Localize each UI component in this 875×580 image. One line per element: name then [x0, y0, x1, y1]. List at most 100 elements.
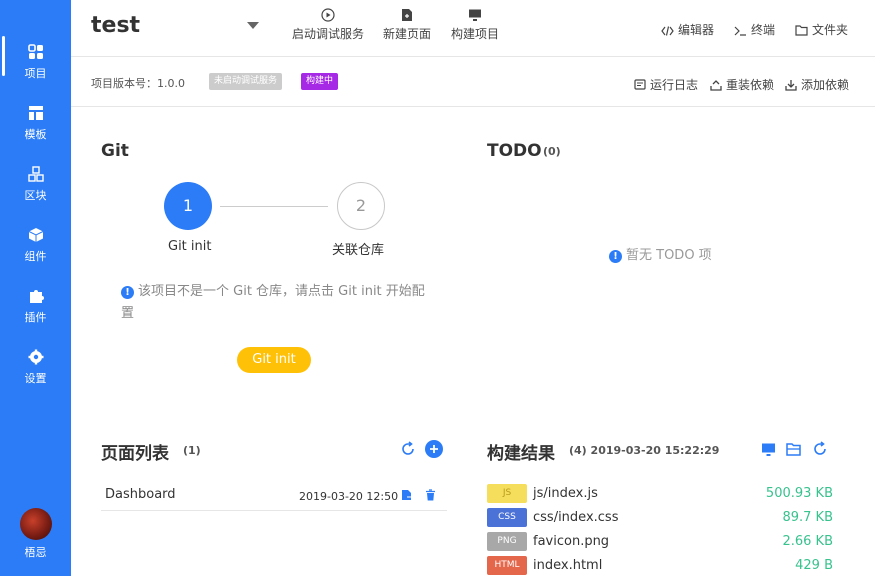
file-name: index.html: [533, 558, 603, 573]
grid-icon: [27, 44, 43, 59]
edit-page-icon[interactable]: [401, 489, 413, 501]
puzzle-icon: [29, 290, 44, 303]
list-item: CSS css/index.css 89.7 KB: [487, 508, 833, 530]
file-type-badge: CSS: [487, 508, 527, 527]
project-title: test: [91, 13, 141, 38]
avatar[interactable]: [20, 508, 52, 540]
gear-icon: [28, 349, 43, 365]
run-log-button[interactable]: 运行日志: [634, 76, 698, 93]
page-name: Dashboard: [105, 487, 176, 502]
editor-label: 编辑器: [678, 23, 715, 37]
terminal-button[interactable]: 终端: [734, 21, 775, 38]
sidebar: 项目 模板 区块 组件 插件 设置 梧忌: [0, 0, 71, 576]
sidebar-item-label: 插件: [24, 311, 47, 324]
step-connector: [220, 206, 328, 207]
log-icon: [634, 79, 646, 90]
build-title: 构建结果: [487, 444, 555, 464]
add-page-icon[interactable]: [425, 440, 443, 458]
add-dependency-button[interactable]: 添加依赖: [785, 76, 849, 93]
build-project-label: 构建项目: [450, 27, 499, 41]
run-log-label: 运行日志: [650, 78, 699, 92]
list-item: HTML index.html 429 B: [487, 556, 833, 578]
start-debug-label: 启动调试服务: [291, 27, 364, 41]
reinstall-icon: [710, 80, 722, 91]
list-item: JS js/index.js 500.93 KB: [487, 484, 833, 506]
page-date: 2019-03-20 12:50: [299, 490, 399, 503]
add-dependency-label: 添加依赖: [801, 78, 850, 92]
project-version: 项目版本号：1.0.0: [91, 77, 185, 90]
download-icon: [785, 80, 797, 91]
todo-title: TODO: [487, 141, 542, 161]
file-size: 2.66 KB: [782, 534, 833, 549]
file-name: favicon.png: [533, 534, 610, 549]
file-name: css/index.css: [533, 510, 619, 525]
git-message-text: 该项目不是一个 Git 仓库，请点击 Git init 开始配置: [121, 284, 425, 321]
refresh-icon[interactable]: [812, 441, 828, 457]
chevron-down-icon[interactable]: [247, 22, 259, 29]
pages-count: (1): [183, 444, 201, 457]
build-meta: (4) 2019-03-20 15:22:29: [569, 444, 720, 457]
file-size: 500.93 KB: [765, 486, 833, 501]
git-step-1-label: Git init: [168, 239, 212, 254]
new-page-button[interactable]: 新建页面: [381, 8, 433, 42]
git-step-2-label: 关联仓库: [332, 243, 385, 258]
sidebar-item-plugins[interactable]: 插件: [0, 280, 71, 336]
play-circle-icon: [321, 8, 335, 22]
main-content: Git 1 2 Git init 关联仓库 ! 该项目不是一个 Git 仓库，请点…: [71, 107, 875, 576]
sidebar-item-label: 项目: [24, 67, 47, 80]
file-add-icon: [402, 9, 412, 21]
refresh-icon[interactable]: [400, 441, 416, 457]
terminal-label: 终端: [751, 23, 776, 37]
folder-open-icon[interactable]: [786, 443, 802, 456]
folder-icon: [795, 25, 808, 36]
info-icon: !: [609, 250, 622, 263]
table-row[interactable]: Dashboard 2019-03-20 12:50: [101, 475, 447, 511]
file-type-badge: PNG: [487, 532, 527, 551]
blocks-icon: [27, 166, 44, 182]
git-title: Git: [101, 141, 129, 161]
monitor-icon: [469, 9, 481, 21]
todo-empty: ! 暂无 TODO 项: [609, 244, 712, 263]
file-size: 429 B: [795, 558, 833, 573]
git-init-button[interactable]: Git init: [237, 347, 311, 373]
git-step-1: 1: [164, 182, 212, 230]
cube-icon: [28, 228, 43, 242]
reinstall-deps-button[interactable]: 重装依赖: [710, 76, 774, 93]
new-page-label: 新建页面: [382, 27, 431, 41]
project-info-bar: 项目版本号：1.0.0 未启动调试服务 构建中 运行日志 重装依赖 添加依赖: [71, 57, 875, 107]
build-status-badge: 构建中: [301, 73, 339, 90]
file-type-badge: JS: [487, 484, 527, 503]
top-bar: test 启动调试服务 新建页面 构建项目 编辑器 终端 文件夹: [71, 0, 875, 57]
sidebar-item-label: 设置: [24, 372, 47, 385]
monitor-icon[interactable]: [761, 442, 776, 457]
git-step-2: 2: [337, 182, 385, 230]
sidebar-item-components[interactable]: 组件: [0, 219, 71, 275]
sidebar-item-templates[interactable]: 模板: [0, 97, 71, 153]
list-item: PNG favicon.png 2.66 KB: [487, 532, 833, 554]
reinstall-deps-label: 重装依赖: [726, 78, 775, 92]
sidebar-item-label: 区块: [24, 189, 47, 202]
sidebar-item-label: 组件: [24, 250, 47, 263]
todo-count: (0): [543, 145, 561, 158]
todo-empty-text: 暂无 TODO 项: [626, 248, 712, 263]
sidebar-item-settings[interactable]: 设置: [0, 341, 71, 397]
file-size: 89.7 KB: [782, 510, 833, 525]
debug-status-badge: 未启动调试服务: [209, 73, 283, 90]
file-type-badge: HTML: [487, 556, 527, 575]
sidebar-item-label: 模板: [24, 128, 47, 141]
sidebar-item-blocks[interactable]: 区块: [0, 158, 71, 214]
folder-button[interactable]: 文件夹: [795, 21, 848, 38]
trash-icon[interactable]: [425, 489, 436, 501]
folder-label: 文件夹: [812, 23, 849, 37]
start-debug-button[interactable]: 启动调试服务: [289, 8, 367, 42]
git-message: ! 该项目不是一个 Git 仓库，请点击 Git init 开始配置: [121, 281, 431, 325]
layout-icon: [28, 106, 43, 120]
user-name: 梧忌: [24, 546, 47, 559]
sidebar-item-project[interactable]: 项目: [0, 36, 71, 92]
code-icon: [661, 26, 674, 36]
pages-title: 页面列表: [101, 444, 169, 464]
build-project-button[interactable]: 构建项目: [449, 8, 501, 42]
terminal-icon: [734, 26, 746, 36]
info-icon: !: [121, 286, 134, 299]
editor-button[interactable]: 编辑器: [661, 21, 714, 38]
